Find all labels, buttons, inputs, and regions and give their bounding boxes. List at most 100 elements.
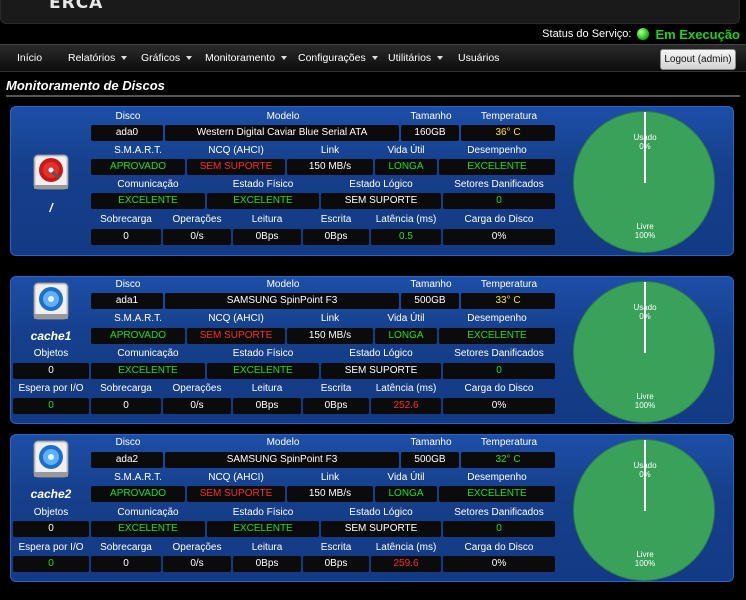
hdr-modelo: Modelo <box>266 437 300 448</box>
value-latencia: 259.6 <box>371 556 441 572</box>
hdr-modelo: Modelo <box>266 279 300 290</box>
value-leitura: 0Bps <box>233 229 301 245</box>
value-ncq: SEM SUPORTE <box>187 486 285 502</box>
hdr-comunicacao: Comunicação <box>117 348 179 359</box>
hdr-link: Link <box>320 145 340 156</box>
chevron-down-icon <box>281 56 288 61</box>
pie-used-label: Usado 0% <box>633 133 657 151</box>
value-operacoes: 0/s <box>163 556 231 572</box>
value-tamanho: 500GB <box>401 293 459 309</box>
disk-card-ada1: cache1 Disco Modelo Tamanho Temperatura … <box>10 276 734 424</box>
value-operacoes: 0/s <box>163 229 231 245</box>
hdr-link: Link <box>320 472 340 483</box>
value-modelo: SAMSUNG SpinPoint F3 <box>165 293 399 309</box>
hard-disk-red-icon <box>33 154 69 190</box>
value-link: 150 MB/s <box>287 486 373 502</box>
service-status: Status do Serviço: Em Execução <box>542 26 740 42</box>
disk-label: / <box>49 201 53 215</box>
nav-monitoramento[interactable]: Monitoramento <box>205 52 288 64</box>
hdr-estado-fisico: Estado Físico <box>232 507 294 518</box>
disk-usage-pie: Usado 0% Livre 100% <box>573 281 715 423</box>
value-link: 150 MB/s <box>287 328 373 344</box>
value-objetos: 0 <box>13 521 89 537</box>
value-modelo: Western Digital Caviar Blue Serial ATA <box>165 125 399 141</box>
value-smart: APROVADO <box>91 328 185 344</box>
value-comunicacao: EXCELENTE <box>91 193 205 209</box>
value-tamanho: 160GB <box>401 125 459 141</box>
hdr-latencia: Latência (ms) <box>375 214 437 225</box>
nav-configuracoes[interactable]: Configurações <box>298 52 378 64</box>
value-sobrecarga: 0 <box>91 398 161 414</box>
value-sobrecarga: 0 <box>91 229 161 245</box>
chevron-down-icon <box>121 56 128 61</box>
value-sobrecarga: 0 <box>91 556 161 572</box>
hdr-carga: Carga do Disco <box>464 214 534 225</box>
hdr-desempenho: Desempenho <box>467 472 527 483</box>
value-vida-util: LONGA <box>375 328 437 344</box>
nav-usuarios[interactable]: Usuários <box>458 52 499 64</box>
value-espera: 0 <box>13 398 89 414</box>
status-indicator-icon <box>637 28 650 40</box>
nav-utilitarios[interactable]: Utilitários <box>388 52 444 64</box>
value-leitura: 0Bps <box>233 398 301 414</box>
hdr-leitura: Leitura <box>251 542 283 553</box>
hdr-tamanho: Tamanho <box>410 111 452 122</box>
pie-free-label: Livre 100% <box>634 550 656 568</box>
value-estado-logico: SEM SUPORTE <box>321 193 441 209</box>
hdr-operacoes: Operações <box>172 542 222 553</box>
value-setores: 0 <box>443 521 555 537</box>
value-temperatura: 36° C <box>461 125 555 141</box>
value-modelo: SAMSUNG SpinPoint F3 <box>165 452 399 468</box>
page-title: Monitoramento de Discos <box>6 78 740 97</box>
hdr-operacoes: Operações <box>172 383 222 394</box>
value-temperatura: 33° C <box>461 293 555 309</box>
value-temperatura: 32° C <box>461 452 555 468</box>
hdr-setores: Setores Danificados <box>454 348 544 359</box>
value-desempenho: EXCELENTE <box>439 486 555 502</box>
hdr-escrita: Escrita <box>320 542 352 553</box>
disk-card-ada2: cache2 Disco Modelo Tamanho Temperatura … <box>10 434 734 582</box>
hdr-setores: Setores Danificados <box>454 179 544 190</box>
hdr-tamanho: Tamanho <box>410 437 452 448</box>
hard-disk-blue-icon <box>33 440 69 478</box>
pie-used-label: Usado 0% <box>633 303 657 321</box>
hdr-disco: Disco <box>115 279 141 290</box>
nav-relatorios[interactable]: Relatórios <box>68 52 128 64</box>
pie-free-label: Livre 100% <box>634 222 656 240</box>
hdr-ncq: NCQ (AHCI) <box>208 313 264 324</box>
value-disco: ada1 <box>91 293 163 309</box>
nav-graficos[interactable]: Gráficos <box>141 52 193 64</box>
logout-button[interactable]: Logout (admin) <box>660 49 736 70</box>
value-disco: ada0 <box>91 125 163 141</box>
hdr-carga: Carga do Disco <box>464 383 534 394</box>
status-label: Status do Serviço: <box>542 28 632 40</box>
hdr-vida-util: Vida Útil <box>387 472 425 483</box>
hdr-espera: Espera por I/O <box>18 542 84 553</box>
hdr-espera: Espera por I/O <box>18 383 84 394</box>
value-vida-util: LONGA <box>375 486 437 502</box>
hdr-carga: Carga do Disco <box>464 542 534 553</box>
hdr-ncq: NCQ (AHCI) <box>208 145 264 156</box>
value-disco: ada2 <box>91 452 163 468</box>
hdr-desempenho: Desempenho <box>467 313 527 324</box>
value-desempenho: EXCELENTE <box>439 328 555 344</box>
value-escrita: 0Bps <box>303 556 369 572</box>
value-carga: 0% <box>443 556 555 572</box>
disk-usage-pie: Usado 0% Livre 100% <box>573 439 715 581</box>
hdr-sobrecarga: Sobrecarga <box>100 383 152 394</box>
value-estado-fisico: EXCELENTE <box>207 521 319 537</box>
hdr-vida-util: Vida Útil <box>387 145 425 156</box>
value-latencia: 252.6 <box>371 398 441 414</box>
hdr-comunicacao: Comunicação <box>117 507 179 518</box>
nav-inicio[interactable]: Início <box>17 52 42 64</box>
hdr-latencia: Latência (ms) <box>375 542 437 553</box>
hdr-objetos: Objetos <box>33 348 69 359</box>
value-estado-logico: SEM SUPORTE <box>321 363 441 379</box>
disk-label: cache1 <box>30 329 72 343</box>
pie-free-label: Livre 100% <box>634 392 656 410</box>
hdr-estado-fisico: Estado Físico <box>232 179 294 190</box>
value-leitura: 0Bps <box>233 556 301 572</box>
value-objetos: 0 <box>13 363 89 379</box>
value-estado-logico: SEM SUPORTE <box>321 521 441 537</box>
hdr-sobrecarga: Sobrecarga <box>100 214 152 225</box>
